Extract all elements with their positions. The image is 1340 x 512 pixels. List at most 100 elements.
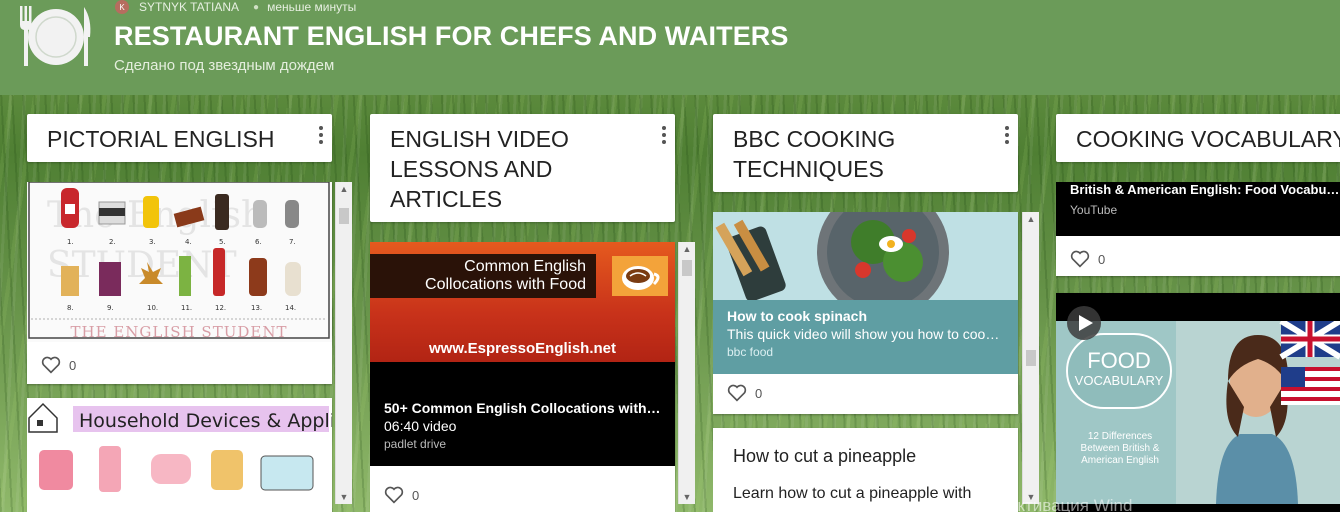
post-collocations-video[interactable]: Common English Collocations with Food ww… — [370, 242, 675, 512]
column-pictorial-english: PICTORIAL ENGLISH The English STUDENT — [27, 114, 333, 512]
heart-icon[interactable] — [384, 486, 404, 504]
number-label: 2. — [109, 238, 116, 246]
post-title[interactable]: How to cook spinach — [727, 308, 1004, 324]
column-menu-button[interactable] — [316, 124, 326, 146]
scroll-thumb[interactable] — [682, 260, 692, 276]
post-description: This quick video will show you how to co… — [727, 326, 1004, 342]
like-row: 0 — [384, 486, 419, 504]
teal-caption: How to cook spinach This quick video wil… — [713, 300, 1018, 374]
post-title[interactable]: How to cut a pineapple — [733, 446, 998, 467]
video-thumbnail: Common English Collocations with Food ww… — [370, 242, 675, 362]
column-body[interactable]: The English STUDENT 1. — [27, 182, 333, 512]
column-header: COOKING VOCABULARY — [1056, 114, 1340, 162]
like-row: 0 — [727, 384, 762, 402]
video-thumbnail: FOOD VOCABULARY 12 Differences Between B… — [1056, 321, 1340, 504]
column-header: PICTORIAL ENGLISH — [27, 114, 332, 162]
scroll-thumb[interactable] — [339, 208, 349, 224]
column-header: ENGLISH VIDEO LESSONS AND ARTICLES — [370, 114, 675, 222]
plate-fork-knife-icon — [20, 6, 91, 66]
play-icon[interactable] — [1066, 305, 1102, 341]
scroll-down-arrow[interactable]: ▼ — [679, 490, 695, 504]
scroll-up-arrow[interactable]: ▲ — [336, 182, 352, 196]
household-appliances-illustration: Household Devices & Appliances — [27, 398, 332, 512]
like-count: 0 — [1098, 251, 1106, 267]
video-title[interactable]: 50+ Common English Collocations with Foo… — [384, 400, 661, 416]
column-scrollbar[interactable]: ▲ ▼ — [678, 242, 695, 504]
number-label: 1. — [67, 238, 74, 246]
post-time: меньше минуты — [267, 0, 357, 14]
badge-title: FOOD — [1087, 348, 1151, 373]
post-cut-pineapple[interactable]: How to cut a pineapple Learn how to cut … — [713, 428, 1018, 512]
post-cook-spinach[interactable]: How to cook spinach This quick video wil… — [713, 212, 1018, 414]
number-label: 5. — [219, 238, 226, 246]
number-label: 13. — [251, 304, 262, 312]
thumbnail-url: www.EspressoEnglish.net — [429, 340, 616, 357]
vocab-badge: FOOD VOCABULARY — [1066, 333, 1172, 409]
column-menu-button[interactable] — [659, 124, 669, 146]
column-menu-button[interactable] — [1002, 124, 1012, 146]
thumbnail-banner: Common English Collocations with Food — [370, 254, 596, 298]
column-body[interactable]: British & American English: Food Vocabul… — [1056, 182, 1340, 512]
heart-icon[interactable] — [727, 384, 747, 402]
column-body[interactable]: How to cook spinach This quick video wil… — [713, 212, 1019, 512]
column-bbc-cooking: BBC COOKING TECHNIQUES How to cook spina… — [713, 114, 1019, 512]
column-title: COOKING VOCABULARY — [1076, 126, 1340, 152]
scroll-down-arrow[interactable]: ▼ — [336, 490, 352, 504]
number-label: 4. — [185, 238, 192, 246]
column-scrollbar[interactable]: ▲ ▼ — [1022, 212, 1039, 504]
banner-line: Common English — [464, 258, 586, 275]
thumbnail-caption: 12 Differences Between British & America… — [1080, 431, 1160, 466]
column-cooking-vocabulary: COOKING VOCABULARY British & American En… — [1056, 114, 1340, 512]
video-title[interactable]: British & American English: Food Vocabul… — [1070, 182, 1340, 197]
number-label: 8. — [67, 304, 74, 312]
number-label: 10. — [147, 304, 158, 312]
scroll-up-arrow[interactable]: ▲ — [1023, 212, 1039, 226]
post-footer: 0 — [370, 466, 675, 512]
badge-subtitle: VOCABULARY — [1074, 373, 1164, 388]
board-title: RESTAURANT ENGLISH FOR CHEFS AND WAITERS — [114, 21, 789, 51]
post-condiments[interactable]: The English STUDENT 1. — [27, 182, 332, 384]
video-duration: 06:40 video — [384, 418, 457, 434]
post-description: Learn how to cut a pineapple with — [733, 485, 972, 502]
board-header: K SYTNYK TATIANA ● меньше минуты RESTAUR… — [0, 0, 1340, 95]
number-label: 7. — [289, 238, 296, 246]
column-title: PICTORIAL ENGLISH — [47, 126, 275, 152]
column-title: BBC COOKING TECHNIQUES — [733, 126, 896, 182]
coffee-cup-icon — [612, 256, 668, 296]
column-title: ENGLISH VIDEO LESSONS AND ARTICLES — [390, 126, 569, 212]
number-label: 6. — [255, 238, 262, 246]
video-source: YouTube — [1070, 203, 1118, 217]
author-name[interactable]: SYTNYK TATIANA — [139, 0, 239, 14]
scroll-up-arrow[interactable]: ▲ — [679, 242, 695, 256]
presenter-photo — [1176, 321, 1340, 504]
like-count: 0 — [412, 487, 420, 503]
number-label: 3. — [149, 238, 156, 246]
heart-icon[interactable] — [41, 356, 61, 374]
spinach-pan-photo — [713, 212, 1018, 300]
column-header: BBC COOKING TECHNIQUES — [713, 114, 1018, 192]
like-row: 0 — [41, 356, 76, 374]
board-subtitle: Сделано под звездным дождем — [114, 57, 335, 74]
heart-icon[interactable] — [1070, 250, 1090, 268]
banner-line: Collocations with Food — [425, 276, 586, 293]
column-body[interactable]: Common English Collocations with Food ww… — [370, 242, 676, 512]
number-label: 12. — [215, 304, 226, 312]
image-caption: THE ENGLISH STUDENT — [71, 323, 288, 341]
video-source: padlet drive — [384, 437, 447, 451]
condiments-illustration: The English STUDENT 1. — [27, 182, 332, 342]
author-row: K SYTNYK TATIANA ● меньше минуты — [115, 0, 356, 14]
like-row: 0 — [1070, 250, 1105, 268]
video-caption: 50+ Common English Collocations with Foo… — [370, 400, 675, 451]
post-food-vocabulary-video[interactable]: British & American English: Food Vocabul… — [1056, 182, 1340, 276]
column-scrollbar[interactable]: ▲ ▼ — [335, 182, 352, 504]
number-label: 14. — [285, 304, 296, 312]
image-title: Household Devices & Appliances — [79, 410, 332, 432]
windows-activation-watermark: Активация Wind — [1006, 496, 1133, 512]
post-source: bbc food — [727, 345, 774, 359]
author-avatar[interactable]: K — [115, 0, 129, 14]
separator-dot: ● — [253, 1, 260, 13]
post-british-american-video[interactable]: FOOD VOCABULARY 12 Differences Between B… — [1056, 293, 1340, 512]
post-household-appliances[interactable]: Household Devices & Appliances — [27, 398, 332, 512]
scroll-thumb[interactable] — [1026, 350, 1036, 366]
number-label: 11. — [181, 304, 192, 312]
